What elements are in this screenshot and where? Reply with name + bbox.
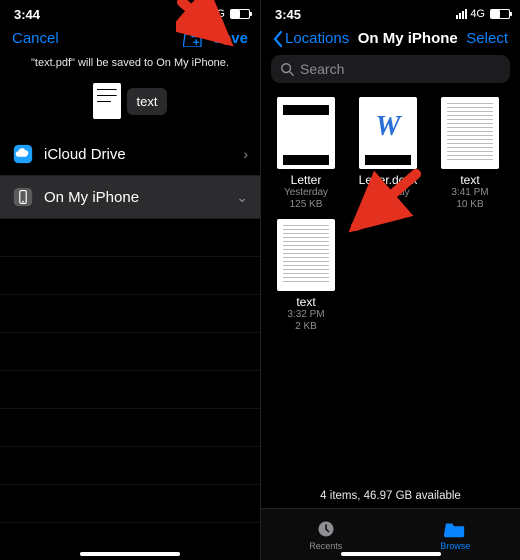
chevron-left-icon <box>273 31 283 47</box>
empty-rows <box>0 219 260 560</box>
search-icon <box>280 62 294 76</box>
file-name-chip[interactable]: text <box>127 88 168 115</box>
clock-icon <box>316 519 336 539</box>
signal-icon <box>456 9 467 19</box>
file-size: 2 KB <box>295 321 317 333</box>
file-name: text <box>296 295 315 309</box>
file-date: 3:41 PM <box>451 187 488 199</box>
icloud-icon <box>12 143 34 165</box>
file-item-letter[interactable]: Letter Yesterday 125 KB <box>267 97 345 211</box>
status-bar: 3:44 4G <box>0 0 260 24</box>
page-title: On My iPhone <box>358 30 458 47</box>
signal-icon <box>196 9 207 19</box>
carrier-label: 4G <box>210 8 225 20</box>
carrier-label: 4G <box>470 8 485 20</box>
location-row-icloud[interactable]: iCloud Drive › <box>0 133 260 176</box>
file-date: Yesterday <box>284 187 328 199</box>
clock: 3:44 <box>14 7 40 22</box>
file-name: text <box>460 173 479 187</box>
file-thumb-icon <box>277 97 335 169</box>
location-row-on-my-iphone[interactable]: On My iPhone ⌄ <box>0 176 260 219</box>
back-button[interactable]: Locations <box>273 30 349 47</box>
file-grid: Letter Yesterday 125 KB W Letter.docx ye… <box>261 91 520 333</box>
file-name: Letter.docx <box>359 173 418 187</box>
status-indicators: 4G <box>196 8 250 20</box>
new-folder-icon[interactable] <box>183 31 203 47</box>
location-label: On My iPhone <box>44 189 226 206</box>
file-size: 11 KB <box>375 199 402 211</box>
files-browse-screen: 3:45 4G Locations On My iPhone Select Se… <box>260 0 520 560</box>
clock: 3:45 <box>275 7 301 22</box>
file-size: 125 KB <box>290 199 323 211</box>
file-item-text-2[interactable]: text 3:32 PM 2 KB <box>267 219 345 333</box>
home-indicator[interactable] <box>80 552 180 556</box>
file-preview: text <box>0 83 260 119</box>
search-input[interactable]: Search <box>271 55 510 83</box>
search-placeholder: Search <box>300 61 344 77</box>
select-button[interactable]: Select <box>466 30 508 47</box>
chevron-down-icon: ⌄ <box>236 189 248 206</box>
storage-status: 4 items, 46.97 GB available <box>261 484 520 508</box>
location-label: iCloud Drive <box>44 146 233 163</box>
folder-icon <box>444 519 466 539</box>
location-list: iCloud Drive › On My iPhone ⌄ <box>0 133 260 219</box>
file-size: 10 KB <box>456 199 483 211</box>
home-indicator[interactable] <box>341 552 441 556</box>
nav-bar: Locations On My iPhone Select <box>261 24 520 53</box>
file-thumb-icon <box>277 219 335 291</box>
nav-bar: Cancel Save <box>0 24 260 53</box>
battery-icon <box>490 9 510 19</box>
save-destination-note: "text.pdf" will be saved to On My iPhone… <box>0 53 260 79</box>
tab-label: Browse <box>440 541 470 551</box>
save-button[interactable]: Save <box>213 30 248 47</box>
back-label: Locations <box>285 30 349 47</box>
file-item-text-1[interactable]: text 3:41 PM 10 KB <box>431 97 509 211</box>
save-dialog-screen: 3:44 4G Cancel Save "text.pdf" will be s… <box>0 0 260 560</box>
file-name: Letter <box>291 173 322 187</box>
battery-icon <box>230 9 250 19</box>
cancel-button[interactable]: Cancel <box>12 30 59 47</box>
file-thumb-icon <box>93 83 121 119</box>
status-bar: 3:45 4G <box>261 0 520 24</box>
file-date: yesterday <box>366 187 409 199</box>
file-item-letter-docx[interactable]: W Letter.docx yesterday 11 KB <box>349 97 427 211</box>
iphone-icon <box>12 186 34 208</box>
status-indicators: 4G <box>456 8 510 20</box>
file-thumb-icon: W <box>359 97 417 169</box>
file-date: 3:32 PM <box>287 309 324 321</box>
chevron-right-icon: › <box>243 146 248 162</box>
file-thumb-icon <box>441 97 499 169</box>
tab-label: Recents <box>309 541 342 551</box>
